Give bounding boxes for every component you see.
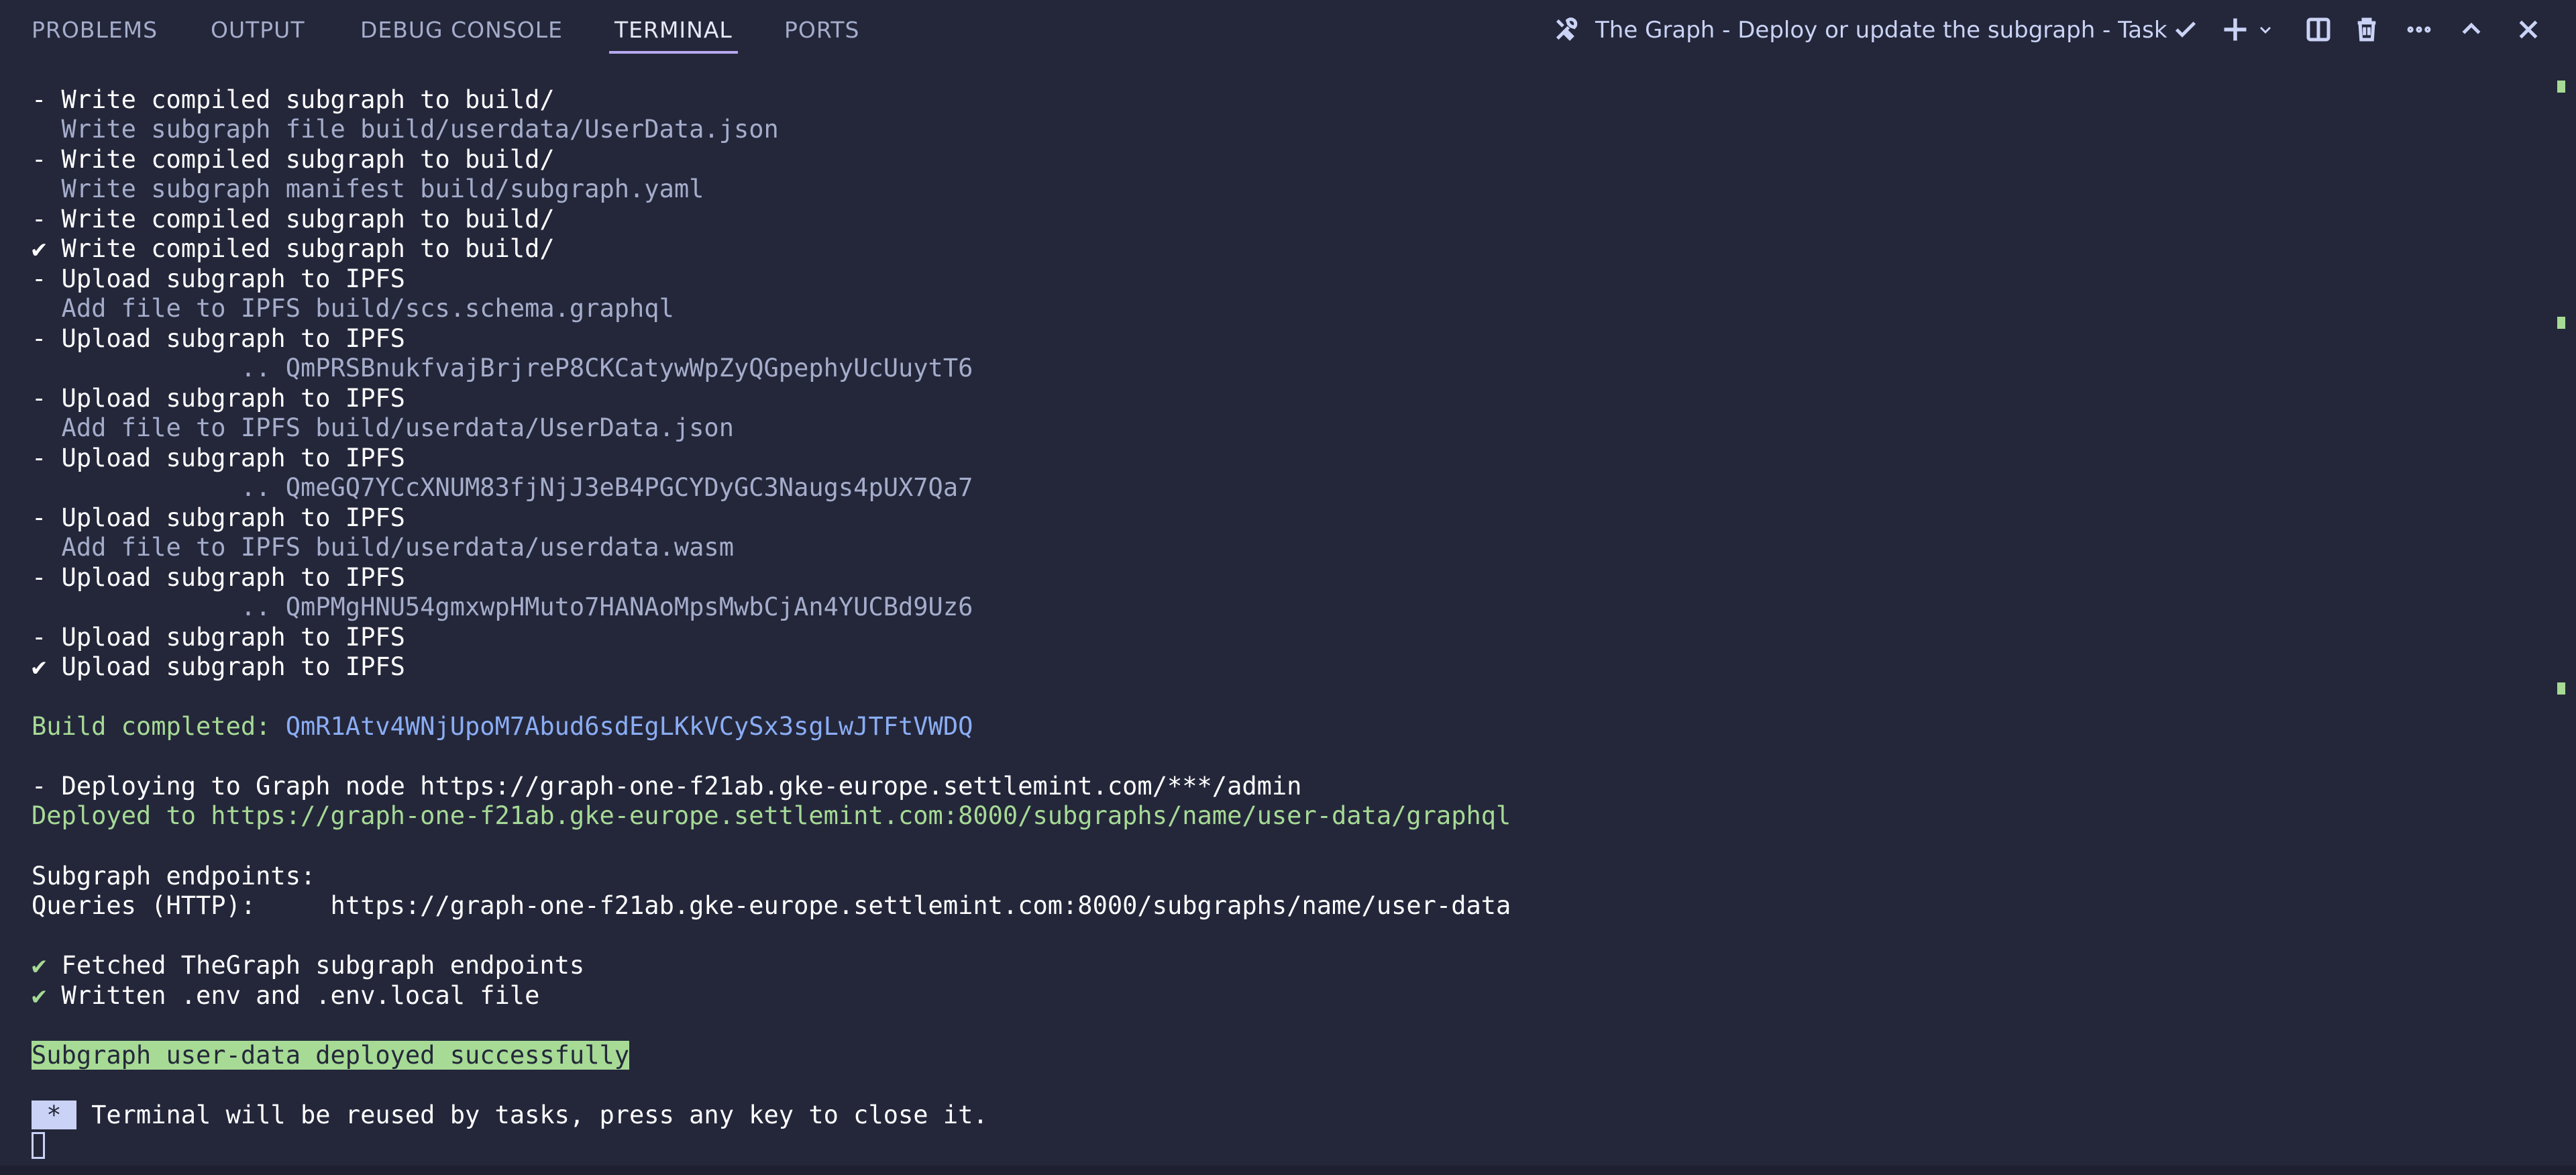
terminal-line: - Upload subgraph to IPFS [32,324,405,353]
terminal-line: ✔ Upload subgraph to IPFS [32,652,405,681]
terminal-line: - Upload subgraph to IPFS [32,264,405,293]
scroll-marker [2557,81,2565,93]
bottom-edge [0,1166,2576,1175]
tab-ports[interactable]: PORTS [784,15,860,46]
build-label: Build completed: [32,712,286,741]
deploying-line: - Deploying to Graph node https://graph-… [32,772,1302,801]
terminal-output[interactable]: - Write compiled subgraph to build/ Writ… [0,60,2536,1161]
terminal-line: Add file to IPFS build/userdata/UserData… [32,413,734,442]
terminal-line: - Write compiled subgraph to build/ [32,205,555,234]
terminal-line: Add file to IPFS build/scs.schema.graphq… [32,294,674,323]
tools-icon [1550,13,1582,46]
scroll-marker [2557,317,2565,329]
trash-icon[interactable] [2351,13,2383,46]
panel-header: PROBLEMS OUTPUT DEBUG CONSOLE TERMINAL P… [0,0,2576,60]
tab-output[interactable]: OUTPUT [211,15,305,46]
tab-debug-console[interactable]: DEBUG CONSOLE [360,15,563,46]
terminal-line: .. QmPMgHNU54gmxwpHMuto7HANAoMpsMwbCjAn4… [32,593,973,621]
tab-terminal[interactable]: TERMINAL [614,15,733,46]
chevron-up-icon[interactable] [2455,13,2487,46]
plus-icon[interactable] [2219,13,2251,46]
more-icon[interactable] [2403,13,2435,46]
fetched-text: Fetched TheGraph subgraph endpoints [46,951,585,980]
fetched-line: ✔ Fetched TheGraph subgraph endpoints [32,951,584,980]
reuse-line: * Terminal will be reused by tasks, pres… [32,1101,988,1130]
scroll-marker [2557,682,2565,695]
terminal-line: ✔ Write compiled subgraph to build/ [32,234,555,263]
terminal-line: - Upload subgraph to IPFS [32,384,405,413]
terminal-line: .. QmeGQ7YCcXNUM83fjNjJ3eB4PGCYDyGC3Naug… [32,473,973,502]
terminal-line: .. QmPRSBnukfvajBrjreP8CKCatywWpZyQGpeph… [32,354,973,382]
success-message: Subgraph user-data deployed successfully [32,1041,630,1070]
terminal-line: - Upload subgraph to IPFS [32,444,405,472]
terminal-line: - Upload subgraph to IPFS [32,623,405,652]
terminal-line: Write subgraph manifest build/subgraph.y… [32,174,704,203]
build-completed-line: Build completed: QmR1Atv4WNjUpoM7Abud6sd… [32,712,973,742]
terminal-panel: PROBLEMS OUTPUT DEBUG CONSOLE TERMINAL P… [0,0,2576,1175]
task-badge: * [32,1101,76,1129]
deployed-line: Deployed to https://graph-one-f21ab.gke-… [32,801,1511,830]
terminal-line: - Write compiled subgraph to build/ [32,85,555,114]
check-icon: ✔ [32,981,47,1010]
reuse-text: Terminal will be reused by tasks, press … [76,1101,988,1129]
terminal-line: - Upload subgraph to IPFS [32,563,405,592]
endpoints-title: Subgraph endpoints: [32,862,316,890]
written-text: Written .env and .env.local file [46,981,540,1010]
terminal-line: - Write compiled subgraph to build/ [32,145,555,174]
task-title: The Graph - Deploy or update the subgrap… [1595,17,2167,44]
terminal-line: Write subgraph file build/userdata/UserD… [32,115,779,144]
scrollbar[interactable] [2549,60,2576,1161]
split-icon[interactable] [2302,13,2334,46]
success-line: Subgraph user-data deployed successfully [32,1041,630,1070]
terminal-line: Add file to IPFS build/userdata/userdata… [32,533,734,562]
active-tab-indicator [609,51,738,54]
tab-problems[interactable]: PROBLEMS [32,15,158,46]
written-line: ✔ Written .env and .env.local file [32,981,539,1011]
build-hash: QmR1Atv4WNjUpoM7Abud6sdEgLKkVCySx3sgLwJT… [285,712,973,741]
terminal-line: - Upload subgraph to IPFS [32,503,405,532]
close-icon[interactable] [2512,13,2544,46]
chevron-down-icon[interactable] [2255,13,2275,46]
queries-line: Queries (HTTP): https://graph-one-f21ab.… [32,891,1511,920]
check-icon[interactable] [2169,13,2202,46]
check-icon: ✔ [32,951,47,980]
terminal-cursor [32,1132,45,1159]
